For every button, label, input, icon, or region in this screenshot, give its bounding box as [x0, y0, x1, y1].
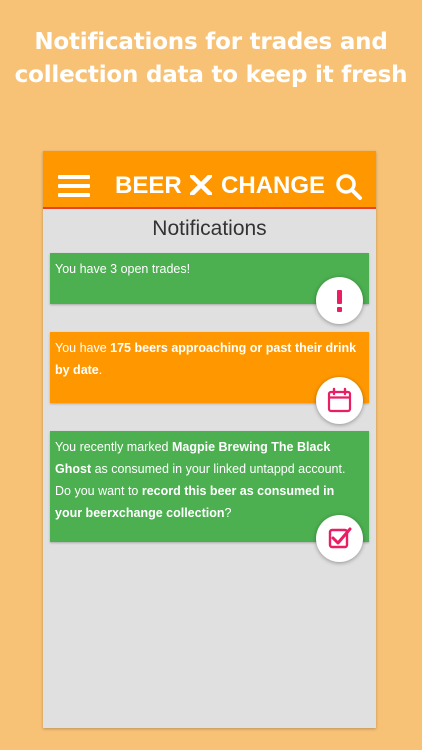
notification-text-part: You recently marked — [55, 440, 172, 454]
exclamation-icon[interactable] — [316, 277, 363, 324]
notification-text-prefix: You have — [55, 341, 111, 355]
logo-x-icon — [190, 173, 213, 197]
page-title: Notifications — [152, 217, 267, 240]
notification-text-suffix: . — [98, 363, 103, 377]
promo-line-2: collection data to keep it fresh — [14, 62, 408, 88]
notification-text: You recently marked Magpie Brewing The B… — [50, 431, 369, 524]
calendar-icon[interactable] — [316, 377, 363, 424]
notification-text: You have 175 beers approaching or past t… — [50, 332, 369, 381]
logo-change: CHANGE — [221, 172, 326, 199]
notification-text-part: ? — [224, 506, 232, 520]
hamburger-menu-icon[interactable] — [58, 175, 90, 197]
promo-line-1: Notifications for trades and — [34, 29, 388, 55]
checkbox-icon[interactable] — [316, 515, 363, 562]
phone-screen: BEER CHANGE Notifications You have 3 ope… — [43, 151, 376, 728]
app-logo: BEER CHANGE — [115, 171, 325, 201]
app-bar: BEER CHANGE — [43, 151, 376, 209]
logo-beer: BEER — [115, 172, 182, 199]
notification-text: You have 3 open trades! — [55, 262, 191, 276]
promo-headline: Notifications for trades and collection … — [0, 26, 422, 92]
search-icon[interactable] — [335, 173, 363, 201]
